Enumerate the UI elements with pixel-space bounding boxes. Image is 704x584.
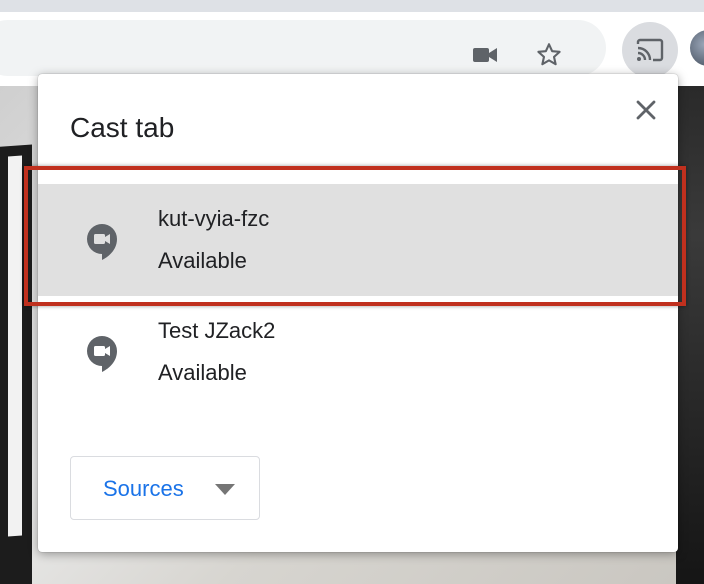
close-button[interactable] (630, 94, 662, 126)
sink-item[interactable]: kut-vyia-fzc Available (38, 184, 678, 296)
window-titlebar (0, 0, 704, 12)
dropdown-arrow-icon (215, 484, 235, 495)
star-icon[interactable] (534, 40, 564, 70)
cast-icon[interactable] (622, 22, 678, 78)
sink-item[interactable]: Test JZack2 Available (38, 296, 678, 408)
hangouts-meet-icon (87, 224, 117, 260)
dialog-title: Cast tab (70, 112, 175, 143)
sink-status: Available (158, 248, 247, 273)
address-bar[interactable] (0, 20, 606, 76)
background-edge (676, 86, 704, 584)
sink-status: Available (158, 360, 247, 385)
avatar[interactable] (690, 30, 704, 66)
cast-dialog: Cast tab kut-vyia-fzc Available Test JZa… (38, 74, 678, 552)
sink-name: kut-vyia-fzc (158, 206, 270, 231)
sink-name: Test JZack2 (158, 318, 276, 343)
sources-dropdown[interactable]: Sources (70, 456, 260, 520)
hangouts-meet-icon (87, 336, 117, 372)
background-frame-inner (8, 155, 22, 537)
close-icon (636, 100, 656, 120)
sources-label: Sources (103, 476, 184, 501)
camera-icon[interactable] (470, 40, 500, 70)
